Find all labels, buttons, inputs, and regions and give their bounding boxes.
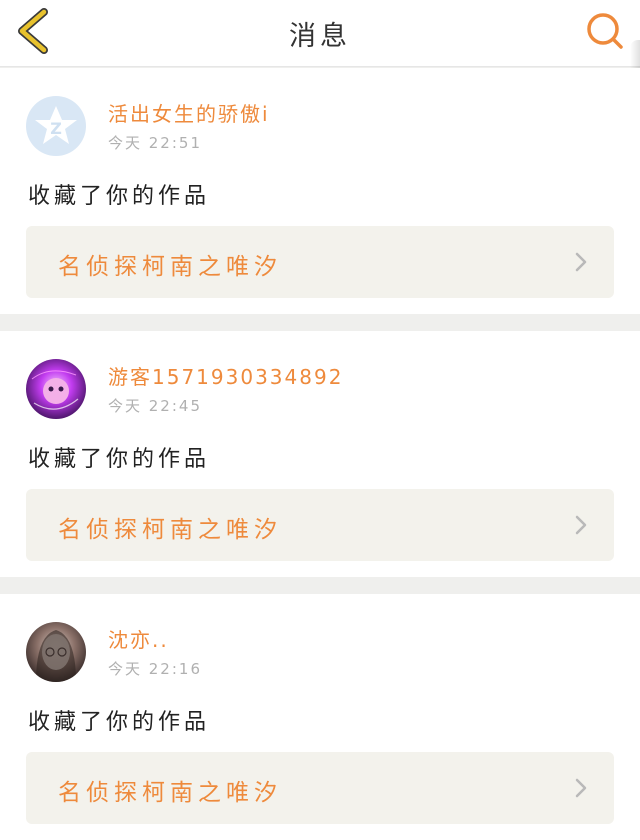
- message-card: Z 活出女生的骄傲i 今天 22:51 收藏了你的作品 名侦探柯南之唯汐: [0, 68, 640, 314]
- action-text: 收藏了你的作品: [28, 447, 211, 472]
- username-link[interactable]: 活出女生的骄傲i: [108, 98, 270, 127]
- user-avatar[interactable]: Z: [26, 96, 86, 156]
- chevron-right-icon: [575, 515, 587, 535]
- timestamp: 今天 22:16: [108, 660, 202, 678]
- user-avatar[interactable]: [26, 622, 86, 682]
- search-button[interactable]: [584, 10, 626, 52]
- work-title: 名侦探柯南之唯汐: [58, 780, 282, 806]
- qq-default-avatar-icon: Z: [35, 106, 77, 144]
- work-link[interactable]: 名侦探柯南之唯汐: [26, 752, 614, 824]
- username-link[interactable]: 游客15719303348​92: [108, 361, 343, 390]
- chevron-right-icon: [575, 778, 587, 798]
- message-card: 沈亦.. 今天 22:16 收藏了你的作品 名侦探柯南之唯汐: [0, 594, 640, 840]
- username-link[interactable]: 沈亦..: [108, 624, 169, 653]
- svg-text:Z: Z: [50, 119, 62, 138]
- page-title: 消息: [289, 21, 351, 52]
- search-icon: [587, 13, 623, 49]
- work-title: 名侦探柯南之唯汐: [58, 254, 282, 280]
- timestamp: 今天 22:45: [108, 397, 202, 415]
- avatar-image: [31, 370, 79, 410]
- work-link[interactable]: 名侦探柯南之唯汐: [26, 226, 614, 298]
- action-text: 收藏了你的作品: [28, 184, 211, 209]
- top-nav-bar: 消息: [0, 0, 640, 67]
- work-title: 名侦探柯南之唯汐: [58, 517, 282, 543]
- chevron-right-icon: [575, 252, 587, 272]
- user-avatar[interactable]: [26, 359, 86, 419]
- message-card: 游客15719303348​92 今天 22:45 收藏了你的作品 名侦探柯南之…: [0, 331, 640, 577]
- avatar-image: [36, 630, 76, 682]
- timestamp: 今天 22:51: [108, 134, 202, 152]
- action-text: 收藏了你的作品: [28, 710, 211, 735]
- work-link[interactable]: 名侦探柯南之唯汐: [26, 489, 614, 561]
